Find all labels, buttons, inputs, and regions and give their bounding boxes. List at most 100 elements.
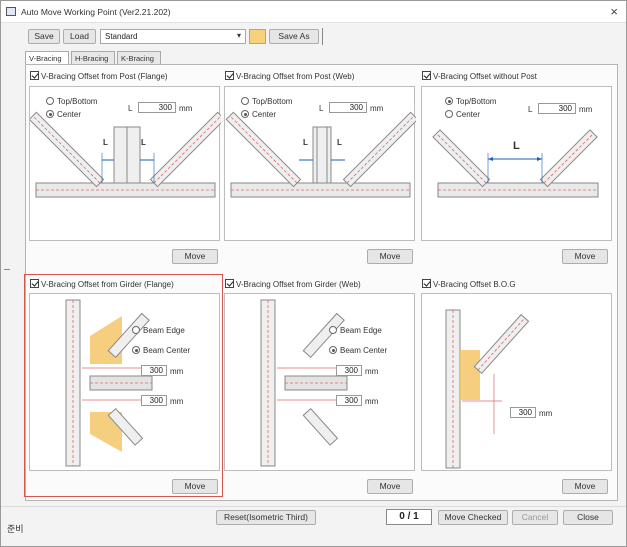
cell-6-input-1[interactable]: 300 bbox=[510, 407, 536, 418]
main-window: Auto Move Working Point (Ver2.21.202) × … bbox=[0, 0, 627, 547]
cell-5-title[interactable]: V-Bracing Offset from Girder (Web) bbox=[225, 279, 361, 289]
save-as-button[interactable]: Save As bbox=[269, 29, 319, 44]
cell-2-title[interactable]: V-Bracing Offset from Post (Web) bbox=[225, 71, 354, 81]
cell-4-move-button[interactable]: Move bbox=[172, 479, 218, 494]
chevron-down-icon: ▾ bbox=[236, 31, 241, 40]
radio[interactable] bbox=[329, 346, 337, 354]
preset-value: Standard bbox=[105, 32, 138, 41]
cell-3-dim-label: L bbox=[513, 140, 520, 152]
checkbox[interactable] bbox=[30, 71, 39, 80]
cell-4-opt-beam-center[interactable]: Beam Center bbox=[132, 346, 190, 355]
bog-diagram bbox=[445, 309, 530, 469]
bottom-divider bbox=[1, 506, 626, 507]
cell-3-length-input[interactable]: 300 bbox=[538, 103, 576, 114]
close-icon[interactable]: × bbox=[610, 4, 618, 19]
tab-k-bracing[interactable]: K-Bracing bbox=[117, 51, 161, 65]
radio-label: Top/Bottom bbox=[252, 97, 293, 106]
checkbox[interactable] bbox=[30, 279, 39, 288]
cell-3-title[interactable]: V-Bracing Offset without Post bbox=[422, 71, 537, 81]
cell-5-opt-beam-center[interactable]: Beam Center bbox=[329, 346, 387, 355]
radio-label: Beam Center bbox=[340, 346, 388, 355]
radio[interactable] bbox=[132, 346, 140, 354]
cell-1-dim-label-right: L bbox=[141, 138, 146, 147]
radio-label: Beam Edge bbox=[340, 326, 382, 335]
radio-label: Center bbox=[57, 110, 82, 119]
cell-1-length-input[interactable]: 300 bbox=[138, 102, 176, 113]
close-button[interactable]: Close bbox=[563, 510, 613, 525]
move-checked-button[interactable]: Move Checked bbox=[438, 510, 508, 525]
progress-counter: 0 / 1 bbox=[386, 509, 432, 525]
cell-4-picture bbox=[29, 293, 220, 471]
radio-label: Top/Bottom bbox=[57, 97, 98, 106]
cell-6-move-button[interactable]: Move bbox=[562, 479, 608, 494]
cell-6-title-text: V-Bracing Offset B.O.G bbox=[433, 280, 516, 289]
radio-label: Top/Bottom bbox=[456, 97, 497, 106]
cell-2-unit: mm bbox=[370, 104, 384, 113]
window-title: Auto Move Working Point (Ver2.21.202) bbox=[21, 7, 171, 17]
cell-3-opt-center[interactable]: Center bbox=[445, 110, 480, 119]
cancel-button[interactable]: Cancel bbox=[512, 510, 558, 525]
cell-5-unit-2: mm bbox=[365, 397, 379, 406]
cell-2-dim-label-left: L bbox=[303, 138, 308, 147]
radio[interactable] bbox=[46, 110, 54, 118]
cell-3-move-button[interactable]: Move bbox=[562, 249, 608, 264]
cell-2-opt-center[interactable]: Center bbox=[241, 110, 276, 119]
cell-5-unit-1: mm bbox=[365, 367, 379, 376]
cell-4-input-1[interactable]: 300 bbox=[141, 365, 167, 376]
checkbox[interactable] bbox=[225, 71, 234, 80]
status-text: 준비 bbox=[7, 524, 24, 534]
cell-1-dim-label-left: L bbox=[103, 138, 108, 147]
cell-4-input-2[interactable]: 300 bbox=[141, 395, 167, 406]
radio[interactable] bbox=[241, 97, 249, 105]
cell-2-length-input[interactable]: 300 bbox=[329, 102, 367, 113]
folder-icon[interactable] bbox=[249, 29, 266, 44]
checkbox[interactable] bbox=[225, 279, 234, 288]
cell-4-unit-1: mm bbox=[170, 367, 184, 376]
reset-view-button[interactable]: Reset(Isometric Third) bbox=[216, 510, 316, 525]
cell-4-opt-beam-edge[interactable]: Beam Edge bbox=[132, 326, 185, 335]
cell-5-opt-beam-edge[interactable]: Beam Edge bbox=[329, 326, 382, 335]
cell-6-title[interactable]: V-Bracing Offset B.O.G bbox=[422, 279, 516, 289]
preset-select[interactable]: Standard ▾ bbox=[100, 29, 246, 44]
cell-2-title-text: V-Bracing Offset from Post (Web) bbox=[236, 72, 355, 81]
cell-2-move-button[interactable]: Move bbox=[367, 249, 413, 264]
toolbar-divider bbox=[322, 28, 323, 45]
radio[interactable] bbox=[132, 326, 140, 334]
checkbox[interactable] bbox=[422, 279, 431, 288]
cell-6-picture bbox=[421, 293, 612, 471]
cell-3-title-text: V-Bracing Offset without Post bbox=[433, 72, 537, 81]
cell-1-length-label: L bbox=[128, 104, 133, 113]
radio-label: Center bbox=[252, 110, 277, 119]
side-marker bbox=[4, 269, 10, 270]
save-button[interactable]: Save bbox=[28, 29, 60, 44]
cell-1-opt-top-bottom[interactable]: Top/Bottom bbox=[46, 97, 97, 106]
load-button[interactable]: Load bbox=[63, 29, 96, 44]
radio[interactable] bbox=[241, 110, 249, 118]
cell-1-title-text: V-Bracing Offset from Post (Flange) bbox=[41, 72, 168, 81]
cell-5-title-text: V-Bracing Offset from Girder (Web) bbox=[236, 280, 361, 289]
radio[interactable] bbox=[445, 110, 453, 118]
radio-label: Beam Edge bbox=[143, 326, 185, 335]
girder-flange-diagram bbox=[65, 299, 153, 467]
cell-3-opt-top-bottom[interactable]: Top/Bottom bbox=[445, 97, 496, 106]
cell-3-length-label: L bbox=[528, 105, 533, 114]
cell-2-opt-top-bottom[interactable]: Top/Bottom bbox=[241, 97, 292, 106]
cell-1-opt-center[interactable]: Center bbox=[46, 110, 81, 119]
cell-2-length-label: L bbox=[319, 104, 324, 113]
cell-4-title[interactable]: V-Bracing Offset from Girder (Flange) bbox=[30, 279, 174, 289]
cell-6-unit-1: mm bbox=[539, 409, 553, 418]
cell-2-dim-label-right: L bbox=[337, 138, 342, 147]
cell-5-move-button[interactable]: Move bbox=[367, 479, 413, 494]
cell-1-title[interactable]: V-Bracing Offset from Post (Flange) bbox=[30, 71, 168, 81]
cell-5-picture bbox=[224, 293, 415, 471]
radio[interactable] bbox=[329, 326, 337, 334]
checkbox[interactable] bbox=[422, 71, 431, 80]
cell-5-input-1[interactable]: 300 bbox=[336, 365, 362, 376]
radio[interactable] bbox=[445, 97, 453, 105]
app-icon bbox=[6, 7, 16, 16]
cell-5-input-2[interactable]: 300 bbox=[336, 395, 362, 406]
tab-h-bracing[interactable]: H-Bracing bbox=[71, 51, 115, 65]
radio[interactable] bbox=[46, 97, 54, 105]
radio-label: Center bbox=[456, 110, 481, 119]
cell-1-move-button[interactable]: Move bbox=[172, 249, 218, 264]
